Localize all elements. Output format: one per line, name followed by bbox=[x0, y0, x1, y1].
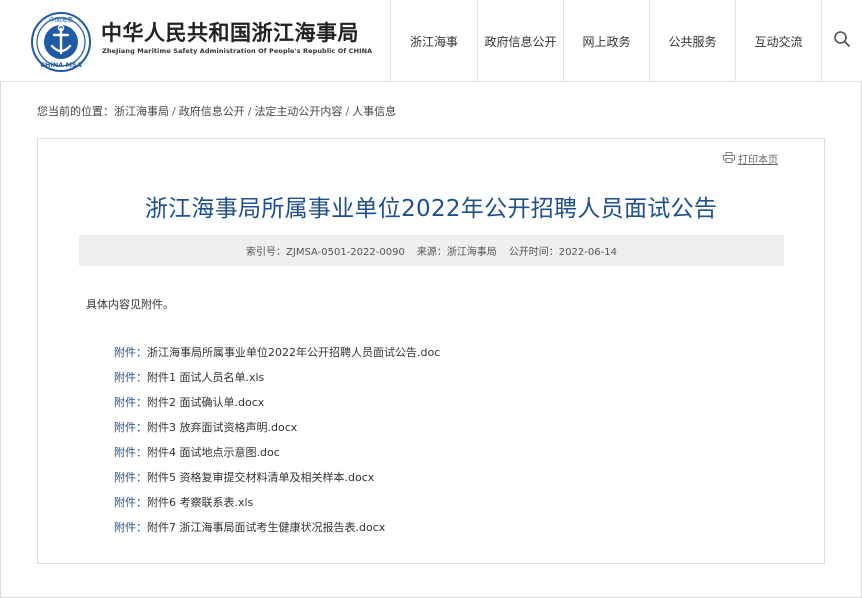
meta-source: 来源：浙江海事局 bbox=[416, 247, 497, 258]
meta-index: 索引号：ZJMSA-0501-2022-0090 bbox=[246, 247, 405, 258]
breadcrumb-item-gov-info[interactable]: 政府信息公开 bbox=[179, 105, 245, 118]
article-body: 具体内容见附件。 bbox=[86, 298, 174, 311]
breadcrumb-separator: / bbox=[247, 105, 252, 118]
breadcrumb: 您当前的位置：浙江海事局 / 政府信息公开 / 法定主动公开内容 / 人事信息 bbox=[37, 103, 396, 119]
attachment-item: 附件：附件7 浙江海事局面试考生健康状况报告表.docx bbox=[114, 520, 440, 545]
breadcrumb-separator: / bbox=[345, 105, 350, 118]
attachment-link-3[interactable]: 附件3 放弃面试资格声明.docx bbox=[147, 421, 297, 434]
attachment-link-2[interactable]: 附件2 面试确认单.docx bbox=[147, 396, 264, 409]
breadcrumb-item-statutory-content[interactable]: 法定主动公开内容 bbox=[254, 105, 342, 118]
nav-item-online-services[interactable]: 网上政务 bbox=[563, 0, 649, 82]
breadcrumb-prefix: 您当前的位置： bbox=[37, 105, 114, 118]
print-page-button[interactable]: 打印本页 bbox=[723, 151, 778, 166]
attachment-item: 附件：浙江海事局所属事业单位2022年公开招聘人员面试公告.doc bbox=[114, 345, 440, 370]
attachment-label: 附件： bbox=[114, 496, 147, 509]
attachment-item: 附件：附件4 面试地点示意图.doc bbox=[114, 445, 440, 470]
attachment-label: 附件： bbox=[114, 446, 147, 459]
breadcrumb-separator: / bbox=[172, 105, 176, 118]
attachment-link-4[interactable]: 附件4 面试地点示意图.doc bbox=[147, 446, 280, 459]
brand-subtitle: ZheJiang Maritime Safety Administration … bbox=[102, 47, 373, 55]
site-header: CHINA MSA 中国海事 中华人民共和国浙江海事局 ZheJiang Mar… bbox=[0, 0, 862, 82]
attachment-link-1[interactable]: 附件1 面试人员名单.xls bbox=[147, 371, 264, 384]
article-panel: 打印本页 浙江海事局所属事业单位2022年公开招聘人员面试公告 索引号：ZJMS… bbox=[37, 138, 825, 564]
meta-date: 公开时间：2022-06-14 bbox=[508, 247, 617, 258]
attachment-label: 附件： bbox=[114, 421, 147, 434]
attachment-item: 附件：附件3 放弃面试资格声明.docx bbox=[114, 420, 440, 445]
attachment-label: 附件： bbox=[114, 521, 147, 534]
print-page-label: 打印本页 bbox=[738, 155, 778, 166]
nav-item-gov-info[interactable]: 政府信息公开 bbox=[477, 0, 563, 82]
msa-logo[interactable]: CHINA MSA 中国海事 bbox=[30, 11, 92, 73]
nav-item-interaction[interactable]: 互动交流 bbox=[735, 0, 821, 82]
attachment-item: 附件：附件2 面试确认单.docx bbox=[114, 395, 440, 420]
attachment-link-announcement[interactable]: 浙江海事局所属事业单位2022年公开招聘人员面试公告.doc bbox=[147, 346, 440, 359]
attachment-item: 附件：附件6 考察联系表.xls bbox=[114, 495, 440, 520]
main-nav: 浙江海事 政府信息公开 网上政务 公共服务 互动交流 bbox=[390, 0, 861, 82]
search-icon bbox=[833, 30, 851, 52]
nav-item-public-services[interactable]: 公共服务 bbox=[649, 0, 735, 82]
attachment-link-7[interactable]: 附件7 浙江海事局面试考生健康状况报告表.docx bbox=[147, 521, 385, 534]
brand-title[interactable]: 中华人民共和国浙江海事局 bbox=[101, 17, 359, 47]
article-title: 浙江海事局所属事业单位2022年公开招聘人员面试公告 bbox=[144, 196, 718, 222]
attachment-list: 附件：浙江海事局所属事业单位2022年公开招聘人员面试公告.doc 附件：附件1… bbox=[114, 345, 440, 545]
search-button[interactable] bbox=[821, 0, 861, 82]
printer-icon bbox=[723, 151, 735, 166]
attachment-link-5[interactable]: 附件5 资格复审提交材料清单及相关样本.docx bbox=[147, 471, 374, 484]
breadcrumb-item-zhejiang-msa[interactable]: 浙江海事局 bbox=[114, 105, 169, 118]
attachment-label: 附件： bbox=[114, 396, 147, 409]
logo-text: CHINA MSA bbox=[40, 61, 82, 69]
attachment-item: 附件：附件1 面试人员名单.xls bbox=[114, 370, 440, 395]
attachment-item: 附件：附件5 资格复审提交材料清单及相关样本.docx bbox=[114, 470, 440, 495]
attachment-label: 附件： bbox=[114, 346, 147, 359]
attachment-link-6[interactable]: 附件6 考察联系表.xls bbox=[147, 496, 253, 509]
article-meta: 索引号：ZJMSA-0501-2022-0090 来源：浙江海事局 公开时间：2… bbox=[79, 235, 784, 266]
nav-item-zhejiang-msa[interactable]: 浙江海事 bbox=[390, 0, 477, 82]
breadcrumb-item-personnel-info[interactable]: 人事信息 bbox=[352, 105, 396, 118]
attachment-label: 附件： bbox=[114, 471, 147, 484]
attachment-label: 附件： bbox=[114, 371, 147, 384]
svg-text:中国海事: 中国海事 bbox=[49, 16, 73, 24]
